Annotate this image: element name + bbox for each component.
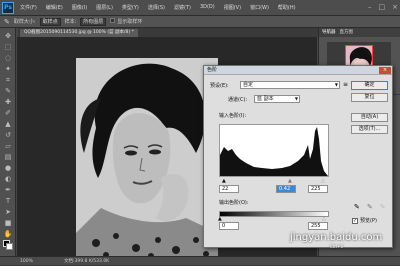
options-button[interactable]: 选项(T)... (351, 125, 388, 134)
ok-button[interactable]: 确定 (351, 81, 388, 90)
hand-tool-icon[interactable]: ✋ (3, 230, 13, 239)
reset-button[interactable]: 复位 (351, 93, 388, 102)
close-button[interactable]: × (392, 3, 398, 11)
preview-checkbox[interactable]: ✓ (352, 217, 358, 224)
brush-tool-icon[interactable]: ✐ (3, 109, 13, 118)
crop-tool-icon[interactable]: ⌗ (3, 76, 13, 85)
sample-size-label: 取样大小: (13, 19, 36, 25)
preview-label: 预览(P) (360, 218, 377, 224)
eyedropper-tool-icon[interactable]: ✎ (3, 87, 13, 96)
channel-value: 蓝 副本 (257, 96, 274, 102)
show-ring-label: 显示取样环 (117, 19, 143, 25)
output-gradient (219, 211, 329, 217)
menu-help[interactable]: 帮助(H) (278, 4, 296, 11)
healing-brush-tool-icon[interactable]: ✚ (3, 98, 13, 107)
sample-select[interactable]: 所有图层 (80, 17, 107, 26)
pen-tool-icon[interactable]: ✒ (3, 186, 13, 195)
move-tool-icon[interactable]: ✥ (3, 32, 13, 41)
menu-layer[interactable]: 图层(L) (96, 4, 113, 11)
watermark: jingyan.baidu.com (290, 232, 383, 243)
dodge-tool-icon[interactable]: ◐ (3, 175, 13, 184)
levels-dialog: 色阶 × 预设(E): 自定 ▼ ≡ 通道(C): 蓝 副本 ▼ 输入色阶(I)… (203, 65, 393, 248)
sample-size-select[interactable]: 取样点 (39, 17, 61, 26)
portrait-photo (76, 58, 218, 260)
preset-select[interactable]: 自定 ▼ (240, 81, 340, 89)
tools-panel: ✥ ⬚ ◌ ✦ ⌗ ✎ ✚ ✐ ▲ ↺ ▱ ▤ ● ◐ ✒ T ➤ ■ ✋ (0, 28, 16, 256)
auto-button[interactable]: 自动(A) (351, 113, 388, 122)
preset-menu-icon[interactable]: ≡ (343, 81, 348, 88)
show-ring-option[interactable]: 显示取样环 (110, 18, 142, 25)
gray-eyedropper-icon[interactable]: ✎ (367, 203, 373, 211)
portrait-image (76, 58, 218, 260)
panel-tabs: 导航器 直方图 (319, 28, 400, 37)
dialog-close-button[interactable]: × (379, 67, 391, 74)
output-levels-label: 输出色阶(O): (219, 200, 249, 206)
white-eyedropper-icon[interactable]: ✎ (380, 203, 386, 211)
document-tab-row: QQ截图20150901145​30.jpg @ 100% (蓝 副本/8) * (18, 28, 318, 37)
background-color-swatch[interactable] (6, 243, 13, 250)
preview-option[interactable]: ✓ 预览(P) (352, 217, 377, 224)
lasso-tool-icon[interactable]: ◌ (3, 54, 13, 63)
channel-label: 通道(C): (228, 97, 248, 103)
path-selection-tool-icon[interactable]: ➤ (3, 208, 13, 217)
options-bar: ✎ 取样大小: 取样点 样本: 所有图层 显示取样环 (0, 16, 400, 28)
marquee-tool-icon[interactable]: ⬚ (3, 43, 13, 52)
shape-tool-icon[interactable]: ■ (3, 219, 13, 228)
eyedropper-group: ✎ ✎ ✎ (354, 203, 386, 211)
minimize-button[interactable]: – (368, 3, 372, 11)
histogram (219, 124, 329, 177)
quick-select-tool-icon[interactable]: ✦ (3, 65, 13, 74)
channel-select[interactable]: 蓝 副本 ▼ (254, 95, 300, 103)
menu-view[interactable]: 视图(V) (224, 4, 241, 11)
chevron-down-icon: ▼ (294, 96, 298, 101)
menu-image[interactable]: 图像(I) (72, 4, 87, 11)
show-ring-checkbox[interactable] (110, 18, 116, 23)
menu-file[interactable]: 文件(F) (20, 4, 37, 11)
input-white-field[interactable]: 225 (308, 185, 328, 193)
black-point-slider[interactable]: ▲ (222, 178, 226, 184)
preset-value: 自定 (243, 82, 254, 88)
input-black-field[interactable]: 22 (219, 185, 239, 193)
dialog-title: 色阶 (204, 66, 392, 75)
midtone-slider[interactable]: ▲ (288, 178, 292, 184)
menu-bar: Ps 文件(F) 编辑(E) 图像(I) 图层(L) 类型(Y) 选择(S) 滤… (0, 0, 400, 16)
input-gamma-field[interactable]: 0.42 (276, 185, 296, 193)
type-tool-icon[interactable]: T (3, 197, 13, 206)
preset-label: 预设(E): (210, 83, 229, 89)
white-point-slider[interactable]: △ (321, 178, 325, 184)
eraser-tool-icon[interactable]: ▱ (3, 142, 13, 151)
menu-select[interactable]: 选择(S) (148, 4, 165, 11)
window-controls: – □ × (368, 3, 398, 11)
eyedropper-icon[interactable]: ✎ (4, 18, 10, 26)
tab-histogram[interactable]: 直方图 (340, 28, 354, 37)
blur-tool-icon[interactable]: ● (3, 164, 13, 173)
chevron-down-icon: ▼ (334, 82, 338, 87)
photoshop-window: Ps 文件(F) 编辑(E) 图像(I) 图层(L) 类型(Y) 选择(S) 滤… (0, 0, 400, 265)
input-levels-label: 输入色阶(I): (219, 113, 247, 119)
output-white-field[interactable]: 255 (308, 222, 328, 230)
menu-edit[interactable]: 编辑(E) (46, 4, 63, 11)
maximize-button[interactable]: □ (379, 3, 386, 11)
menu-window[interactable]: 窗口(W) (250, 4, 269, 11)
watermark-sub: Ctrl+6 (330, 244, 344, 249)
clone-stamp-tool-icon[interactable]: ▲ (3, 120, 13, 129)
menu-type[interactable]: 类型(Y) (122, 4, 139, 11)
photoshop-logo: Ps (2, 2, 14, 14)
status-bar: 100% 文档:399.8 K/533.0K (0, 256, 400, 265)
tab-navigator[interactable]: 导航器 (322, 28, 336, 37)
histogram-graph (220, 127, 328, 176)
menu-filter[interactable]: 滤镜(T) (174, 4, 191, 11)
menu-items: 文件(F) 编辑(E) 图像(I) 图层(L) 类型(Y) 选择(S) 滤镜(T… (20, 4, 296, 11)
menu-3d[interactable]: 3D(D) (200, 4, 215, 11)
gradient-tool-icon[interactable]: ▤ (3, 153, 13, 162)
black-eyedropper-icon[interactable]: ✎ (354, 203, 360, 211)
sample-label: 样本: (64, 19, 77, 25)
output-black-field[interactable]: 0 (219, 222, 239, 230)
history-brush-tool-icon[interactable]: ↺ (3, 131, 13, 140)
document-tab[interactable]: QQ截图20150901145​30.jpg @ 100% (蓝 副本/8) * (20, 29, 138, 37)
